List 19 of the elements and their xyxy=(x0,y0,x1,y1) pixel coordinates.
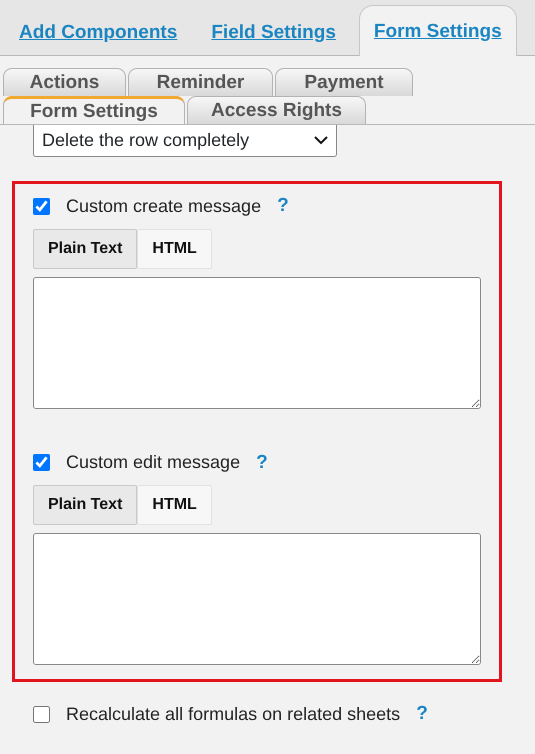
dropdown[interactable]: Delete the row completely xyxy=(33,125,337,157)
checkbox-label: Custom create message xyxy=(66,194,262,218)
tab[interactable]: Access Rights xyxy=(187,96,366,124)
format-button[interactable]: HTML xyxy=(137,485,212,525)
tab-link[interactable]: Field Settings xyxy=(200,8,347,55)
checkbox-label: Recalculate all formulas on related sheets xyxy=(66,702,400,726)
tab[interactable]: Actions xyxy=(3,68,126,96)
tab-link[interactable]: Form Settings xyxy=(358,5,517,56)
checkbox-label: Custom edit message xyxy=(66,451,240,474)
format-button[interactable]: Plain Text xyxy=(33,485,138,525)
help-icon[interactable]: ? xyxy=(416,700,428,728)
tab[interactable]: Payment xyxy=(275,68,413,96)
tab[interactable]: Reminder xyxy=(128,68,273,96)
help-icon[interactable]: ? xyxy=(277,192,289,220)
tab-link[interactable]: Add Components xyxy=(8,8,188,55)
format-button[interactable]: HTML xyxy=(137,228,212,268)
tab[interactable]: Form Settings xyxy=(3,96,185,124)
format-button[interactable]: Plain Text xyxy=(33,228,138,268)
help-icon[interactable]: ? xyxy=(256,448,268,477)
